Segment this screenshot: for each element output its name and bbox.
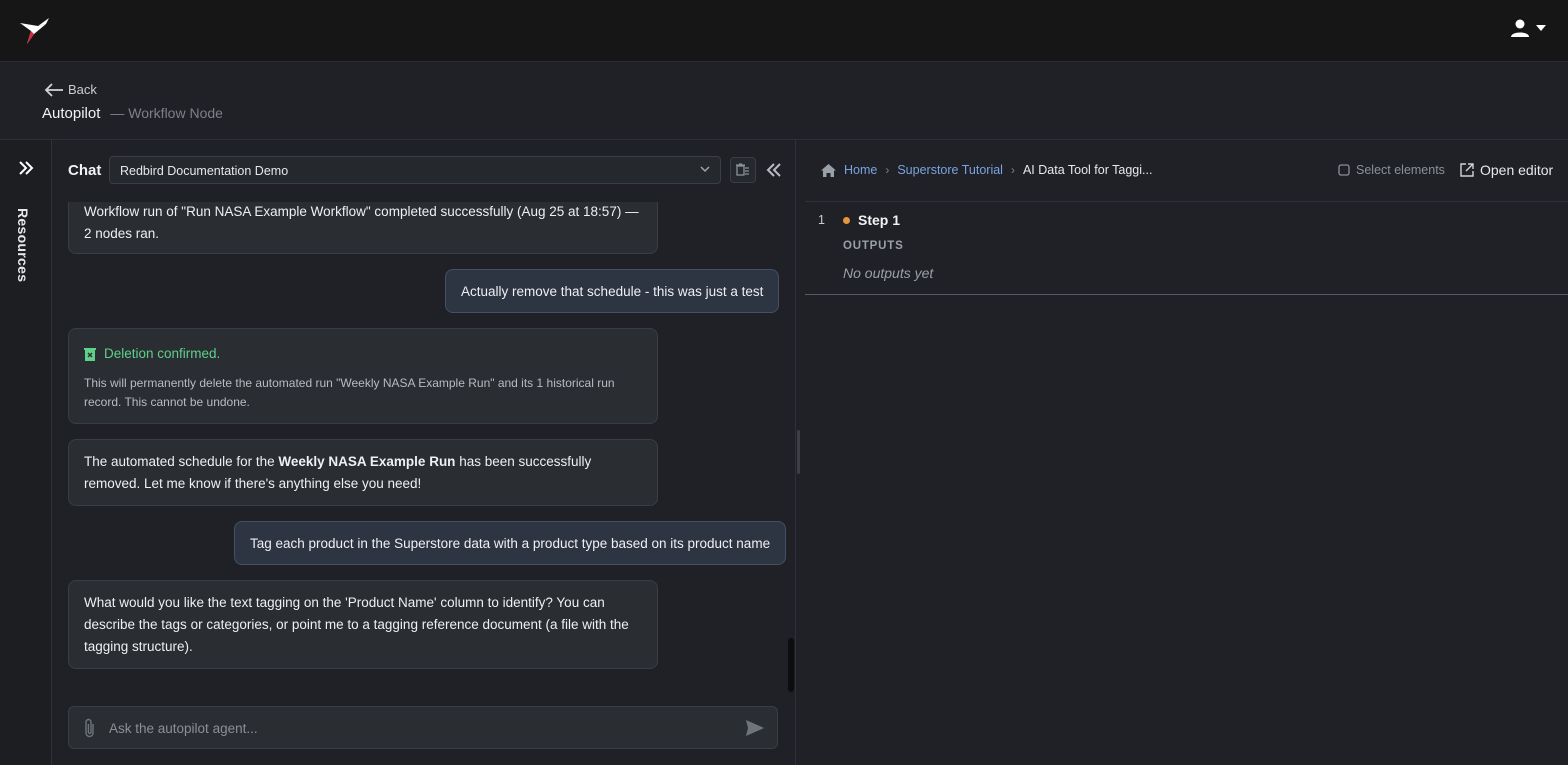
arrow-left-icon: [44, 82, 63, 97]
message-text: Tag each product in the Superstore data …: [250, 535, 771, 551]
user-message: Tag each product in the Superstore data …: [234, 521, 787, 565]
page-title: Autopilot: [42, 105, 101, 122]
external-link-icon: [1460, 163, 1474, 177]
trash-list-icon: [736, 163, 749, 176]
schedule-name: Weekly NASA Example Run: [278, 454, 456, 469]
assistant-message: Workflow run of "Run NASA Example Workfl…: [68, 202, 658, 254]
chat-scrollbar[interactable]: [788, 638, 794, 692]
message-text-prefix: The automated schedule for the: [84, 454, 279, 469]
outputs-empty-state: No outputs yet: [843, 265, 934, 281]
assistant-message: The automated schedule for the Weekly NA…: [68, 439, 658, 506]
breadcrumb: Home › Superstore Tutorial › AI Data Too…: [821, 163, 1152, 177]
caret-down-icon: [1536, 25, 1546, 31]
confirmation-title: Deletion confirmed.: [104, 346, 221, 361]
page-header: Back Autopilot — Workflow Node: [0, 62, 1568, 140]
breadcrumb-home[interactable]: Home: [844, 163, 877, 177]
message-text: Actually remove that schedule - this was…: [461, 283, 764, 299]
double-chevron-right-icon[interactable]: [16, 158, 36, 178]
message-list: Workflow run of "Run NASA Example Workfl…: [52, 202, 796, 692]
resources-rail: Resources: [0, 140, 52, 765]
clear-chat-button[interactable]: [730, 157, 756, 183]
back-label: Back: [68, 82, 97, 97]
chevron-down-icon: [700, 166, 710, 173]
message-text: Workflow run of "Run NASA Example Workfl…: [84, 204, 639, 241]
chevron-right-icon: ›: [885, 163, 890, 177]
step-divider: [805, 294, 1568, 295]
workflow-node-panel: Home › Superstore Tutorial › AI Data Too…: [805, 140, 1568, 765]
breadcrumb-current: AI Data Tool for Taggi...: [1022, 163, 1153, 177]
assistant-message: What would you like the text tagging on …: [68, 580, 658, 669]
breadcrumb-project[interactable]: Superstore Tutorial: [897, 163, 1003, 177]
panel-resize-handle[interactable]: [797, 430, 800, 474]
chat-label: Chat: [68, 162, 102, 179]
message-text: What would you like the text tagging on …: [84, 595, 629, 654]
outputs-heading: OUTPUTS: [843, 240, 904, 252]
double-chevron-left-icon[interactable]: [764, 160, 784, 180]
trash-icon: [84, 348, 96, 361]
top-bar: [0, 0, 1568, 62]
paperclip-icon[interactable]: [83, 718, 97, 738]
select-box-icon: [1338, 164, 1350, 176]
chat-input[interactable]: [109, 718, 729, 738]
conversation-select-value: Redbird Documentation Demo: [120, 164, 289, 178]
select-elements-button[interactable]: Select elements: [1338, 163, 1445, 177]
step-title[interactable]: Step 1: [858, 212, 900, 228]
divider: [805, 201, 1568, 202]
send-icon[interactable]: [745, 719, 765, 737]
deletion-confirmation-card: Deletion confirmed. This will permanentl…: [68, 328, 658, 424]
step-status-dot: [843, 217, 850, 224]
user-icon: [1511, 19, 1529, 37]
select-elements-label: Select elements: [1356, 163, 1445, 177]
open-editor-button[interactable]: Open editor: [1460, 162, 1553, 178]
page-subtitle: — Workflow Node: [110, 105, 223, 121]
chat-composer: [68, 706, 778, 749]
user-message: Actually remove that schedule - this was…: [445, 269, 780, 313]
conversation-select[interactable]: Redbird Documentation Demo: [109, 156, 721, 184]
back-button[interactable]: Back: [44, 82, 97, 97]
chevron-right-icon: ›: [1010, 163, 1015, 177]
confirmation-body: This will permanently delete the automat…: [84, 376, 615, 409]
hummingbird-logo[interactable]: [16, 14, 50, 48]
open-editor-label: Open editor: [1480, 162, 1554, 178]
chat-panel: Chat Redbird Documentation Demo Workflow…: [52, 140, 796, 765]
chat-header: Chat Redbird Documentation Demo: [52, 140, 796, 202]
step-number: 1: [818, 213, 825, 227]
resources-tab[interactable]: Resources: [15, 208, 31, 282]
user-menu[interactable]: [1510, 18, 1546, 38]
home-icon[interactable]: [821, 163, 836, 177]
